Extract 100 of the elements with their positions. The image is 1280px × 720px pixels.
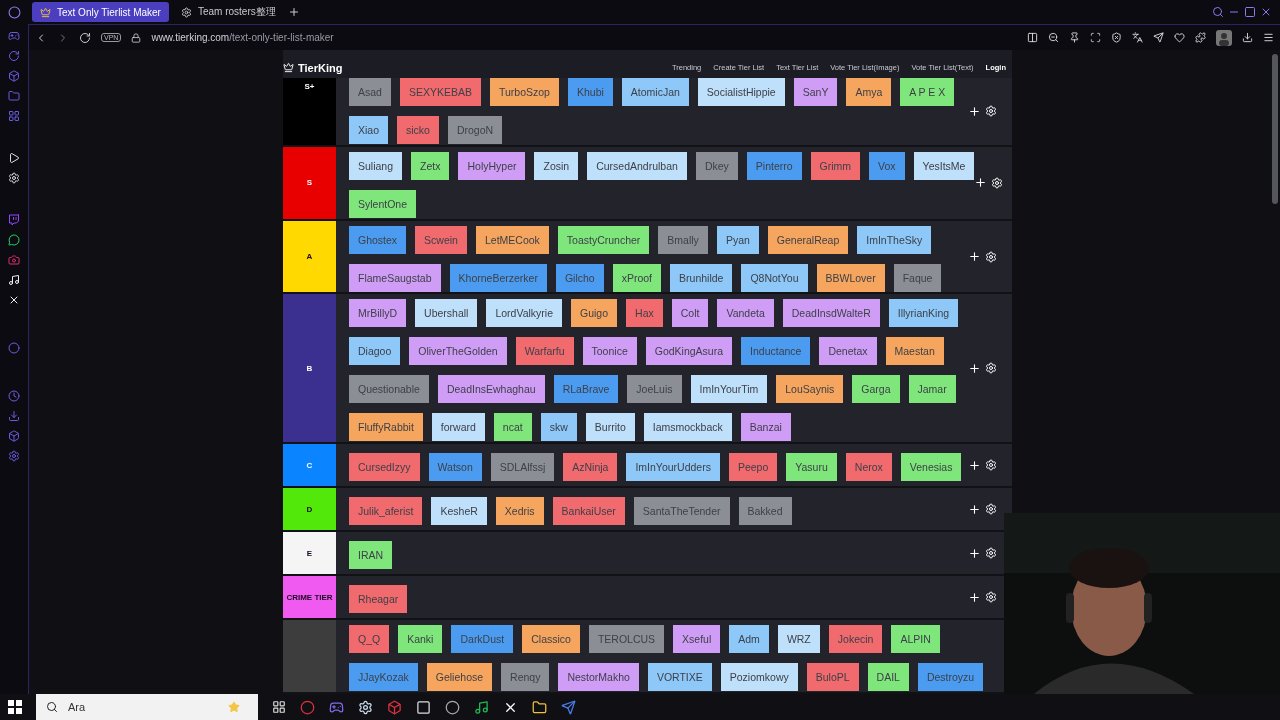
player-chip[interactable]: Renqy xyxy=(501,663,550,692)
player-chip[interactable]: Q_Q xyxy=(349,625,390,654)
player-chip[interactable]: HolyHyper xyxy=(458,151,526,180)
toolbar-icon[interactable] xyxy=(1027,32,1038,43)
player-chip[interactable]: Dkey xyxy=(695,151,738,180)
player-chip[interactable]: Bakked xyxy=(738,497,792,526)
player-chip[interactable]: GeneralReap xyxy=(767,225,849,254)
player-chip[interactable]: BankaiUser xyxy=(552,497,625,526)
player-chip[interactable]: Toonice xyxy=(582,337,637,366)
player-chip[interactable]: Diagoo xyxy=(349,337,401,366)
player-chip[interactable]: CursedIzyy xyxy=(349,453,420,482)
folder-icon[interactable] xyxy=(532,699,547,715)
player-chip[interactable]: SEXYKEBAB xyxy=(399,77,481,106)
avatar-icon[interactable] xyxy=(1216,29,1232,46)
player-chip[interactable]: DeadInsEwhaghau xyxy=(437,375,545,404)
player-chip[interactable]: Nerox xyxy=(845,453,892,482)
player-chip[interactable]: Guigo xyxy=(571,299,618,328)
player-chip[interactable]: Banzai xyxy=(740,413,791,442)
player-chip[interactable]: Inductance xyxy=(741,337,811,366)
player-chip[interactable]: FlameSaugstab xyxy=(349,263,441,292)
toolbar-icon[interactable] xyxy=(1195,32,1206,43)
twitch-icon[interactable] xyxy=(8,214,20,226)
player-chip[interactable]: Amya xyxy=(846,77,892,106)
player-chip[interactable]: A P E X xyxy=(900,77,955,106)
player-chip[interactable]: Adm xyxy=(729,625,769,654)
player-chip[interactable]: Suliang xyxy=(349,151,403,180)
close-icon[interactable] xyxy=(1260,6,1272,18)
player-chip[interactable]: GodKingAsura xyxy=(645,337,733,366)
player-chip[interactable]: Khubi xyxy=(567,77,613,106)
player-chip[interactable]: Xiao xyxy=(349,115,388,144)
player-chip[interactable]: BBWLover xyxy=(816,263,885,292)
player-chip[interactable]: Xseful xyxy=(673,625,721,654)
add-icon[interactable] xyxy=(968,104,981,118)
player-chip[interactable]: ALPIN xyxy=(891,625,940,654)
player-chip[interactable]: ImInTheSky xyxy=(857,225,932,254)
sidebar-icon[interactable] xyxy=(8,152,20,164)
player-chip[interactable]: Destroyzu xyxy=(917,663,984,692)
player-chip[interactable]: IRAN xyxy=(349,541,393,570)
maximize-icon[interactable] xyxy=(1244,6,1256,18)
download-icon[interactable] xyxy=(1242,32,1253,43)
player-chip[interactable]: forward xyxy=(431,413,485,442)
player-chip[interactable]: Iamsmockback xyxy=(643,413,732,442)
browser-logo-icon[interactable] xyxy=(7,5,21,19)
player-chip[interactable]: Gilcho xyxy=(555,263,604,292)
player-chip[interactable]: Geliehose xyxy=(426,663,493,692)
player-chip[interactable]: IllyrianKing xyxy=(888,299,959,328)
player-chip[interactable]: Grimm xyxy=(810,151,861,180)
player-chip[interactable]: xProof xyxy=(612,263,662,292)
url-text[interactable]: www.tierking.com/text-only-tier-list-maker xyxy=(151,32,334,43)
toolbar-icon[interactable] xyxy=(1111,32,1122,43)
player-chip[interactable]: Jamar xyxy=(908,375,956,404)
player-chip[interactable]: BuloPL xyxy=(806,663,859,692)
player-chip[interactable]: Garga xyxy=(852,375,900,404)
player-chip[interactable]: YesItsMe xyxy=(913,151,975,180)
player-chip[interactable]: SDLAlfssj xyxy=(490,453,555,482)
camera-icon[interactable] xyxy=(8,254,20,266)
site-logo[interactable]: TierKing xyxy=(283,61,343,74)
player-chip[interactable]: DrogoN xyxy=(447,115,503,144)
player-chip[interactable]: Ghostex xyxy=(349,225,407,254)
player-chip[interactable]: TEROLCUS xyxy=(588,625,665,654)
player-chip[interactable]: Q8NotYou xyxy=(741,263,808,292)
player-chip[interactable]: LordValkyrie xyxy=(486,299,563,328)
player-chip[interactable]: KesheR xyxy=(431,497,487,526)
player-chip[interactable]: Zosin xyxy=(534,151,579,180)
player-chip[interactable]: SantaTheTender xyxy=(633,497,730,526)
toolbar-icon[interactable] xyxy=(1048,32,1059,43)
new-tab-icon[interactable] xyxy=(287,6,300,18)
history-icon[interactable] xyxy=(8,390,20,402)
player-chip[interactable]: WRZ xyxy=(777,625,820,654)
player-chip[interactable]: Pinterro xyxy=(746,151,802,180)
add-icon[interactable] xyxy=(968,250,981,264)
add-icon[interactable] xyxy=(968,590,981,604)
player-chip[interactable]: Peepo xyxy=(728,453,778,482)
player-chip[interactable]: Xedris xyxy=(495,497,544,526)
player-chip[interactable]: Venesias xyxy=(900,453,962,482)
player-chip[interactable]: Denetax xyxy=(819,337,877,366)
player-chip[interactable]: VORTIXE xyxy=(647,663,712,692)
player-chip[interactable]: Kanki xyxy=(398,625,443,654)
player-chip[interactable]: FluffyRabbit xyxy=(349,413,423,442)
player-chip[interactable]: Julik_aferist xyxy=(349,497,423,526)
player-chip[interactable]: Ubershall xyxy=(415,299,478,328)
player-chip[interactable]: MrBillyD xyxy=(349,299,407,328)
player-chip[interactable]: sicko xyxy=(397,115,439,144)
player-chip[interactable]: JJayKozak xyxy=(349,663,418,692)
task-view-icon[interactable] xyxy=(272,700,286,714)
windows-start-icon[interactable] xyxy=(8,700,22,714)
taskbar-search-bar[interactable]: Ara xyxy=(36,694,258,720)
player-chip[interactable]: DAIL xyxy=(867,663,909,692)
player-chip[interactable]: JoeLuis xyxy=(627,375,682,404)
reload-icon[interactable] xyxy=(79,31,91,44)
toolbar-icon[interactable] xyxy=(1174,32,1185,43)
toolbar-icon[interactable] xyxy=(1153,32,1164,43)
player-chip[interactable]: Jokecin xyxy=(828,625,883,654)
player-chip[interactable]: Rheagar xyxy=(349,585,408,614)
player-chip[interactable]: Brunhilde xyxy=(670,263,733,292)
player-chip[interactable]: Faque xyxy=(893,263,942,292)
player-chip[interactable]: LetMECook xyxy=(475,225,549,254)
player-chip[interactable]: Scwein xyxy=(415,225,467,254)
player-chip[interactable]: Colt xyxy=(671,299,709,328)
toolbar-icon[interactable] xyxy=(1090,32,1101,43)
